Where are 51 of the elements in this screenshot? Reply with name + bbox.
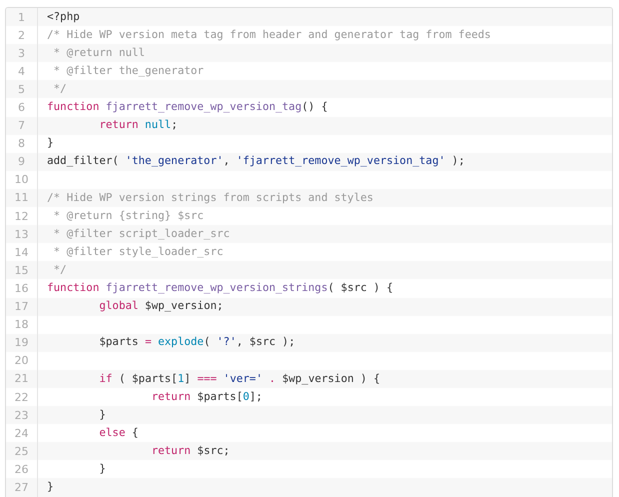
line-number: 4 [18,66,25,77]
line-number: 20 [14,355,28,366]
code-line: } [47,482,54,493]
code-line: * @filter style_loader_src [52,246,224,258]
line-number: 14 [14,246,28,258]
code-line: /* Hide WP version strings from scripts and styles [47,192,374,204]
code-line: function fjarrett_remove_wp_version_tag() { [47,102,328,113]
line-number: 2 [18,30,25,41]
line-number: 25 [14,446,28,457]
line-number: 27 [14,482,28,493]
line-number: 21 [14,373,28,384]
code-line: */ [52,264,67,276]
line-number: 15 [14,264,28,276]
code-line: function fjarrett_remove_wp_version_strings( $src ) { [47,283,394,294]
line-number: 18 [14,319,28,330]
code-line: return $parts[0]; [150,392,262,402]
code-line: } [98,410,106,421]
code-line: * @filter the_generator [52,66,204,77]
code-line: * @filter script_loader_src [52,228,230,240]
line-number: 9 [18,156,25,168]
code-line: else { [98,428,138,439]
line-number: 3 [18,48,25,59]
line-number: 13 [14,228,28,240]
code-line: * @return null [52,48,145,59]
line-number: 12 [14,210,28,222]
line-number: 6 [18,102,25,114]
code-line: add_filter( 'the_generator', 'fjarrett_remove_wp_version_tag' ); [47,156,465,168]
line-number: 7 [18,120,25,132]
code-line: global $wp_version; [98,301,224,312]
code-line: $parts = explode( '?', $src ); [98,337,296,348]
line-number: 8 [18,138,25,150]
code-line: * @return {string} $src [52,210,204,222]
line-number: 11 [14,192,28,204]
line-number: 22 [14,392,28,403]
line-number: 16 [14,282,28,294]
code-line: */ [52,84,67,95]
code-line: } [98,464,106,475]
line-number: 26 [14,464,28,475]
code-line: if ( $parts[1] === 'ver=' . $wp_version ) { [98,374,380,384]
line-number: 10 [14,174,28,186]
line-number: 24 [14,428,28,439]
code-line: } [47,138,54,150]
code-line: /* Hide WP version meta tag from header and generator tag from feeds [47,30,491,41]
line-number: 17 [14,301,28,312]
line-number: 5 [18,84,25,95]
code-line: return $src; [150,446,230,457]
line-number: 23 [14,410,28,421]
line-number: 1 [18,12,25,23]
line-number: 19 [14,337,28,348]
code-line: return null; [98,120,178,132]
code-line: <?php [47,12,80,22]
